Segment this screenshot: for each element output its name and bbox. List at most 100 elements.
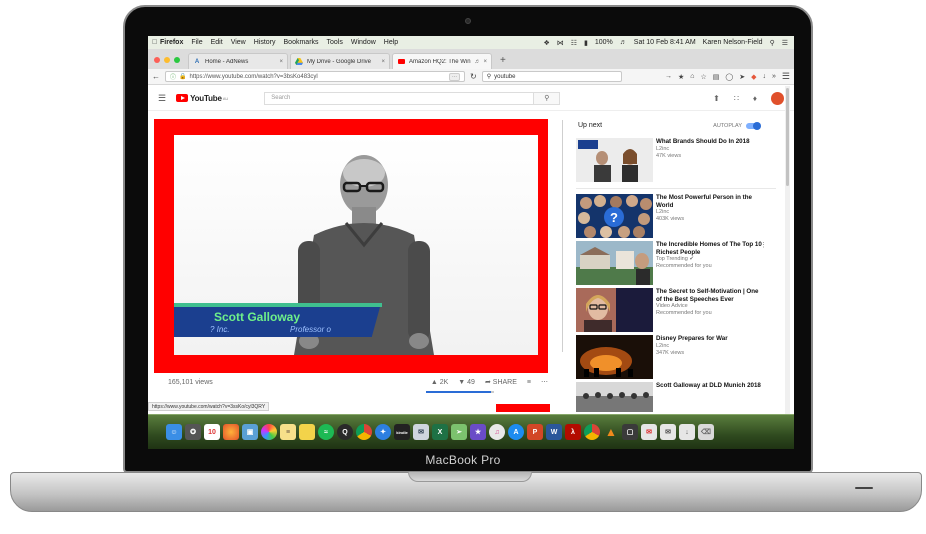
menu-file[interactable]: File — [191, 39, 202, 46]
spotlight-icon[interactable]: ⚲ — [770, 39, 775, 47]
list-item[interactable]: What Brands Should Do In 2018 L2inc 47K … — [576, 138, 776, 182]
trash-icon[interactable]: ⌫ — [698, 424, 714, 440]
color-extension-icon[interactable]: ◆ — [751, 73, 756, 81]
vlc-icon[interactable]: ▲ — [603, 424, 619, 440]
autoplay-toggle[interactable] — [746, 121, 761, 130]
lock-icon[interactable]: 🔒 — [179, 73, 186, 80]
tab-audio-icon[interactable]: ♬ — [474, 59, 480, 65]
keynote-icon[interactable]: ▢ — [622, 424, 638, 440]
photos-icon[interactable] — [261, 424, 277, 440]
menu-tools[interactable]: Tools — [327, 39, 343, 46]
video-channel[interactable]: Top Trending ✔ — [656, 256, 766, 263]
url-bar[interactable]: ⓘ 🔒 https://www.youtube.com/watch?v=3bsK… — [165, 71, 465, 82]
share-button[interactable]: ➦ SHARE — [485, 378, 517, 386]
tab-youtube[interactable]: Amazon HQ2: The Win... ♬ × — [392, 53, 492, 69]
close-tab-icon[interactable]: × — [483, 59, 487, 65]
notifications-bell-icon[interactable]: ♦ — [753, 94, 757, 103]
guide-menu-icon[interactable]: ☰ — [158, 93, 166, 104]
maps-icon[interactable]: ➢ — [451, 424, 467, 440]
page-action-badge[interactable]: ⋯ — [449, 72, 460, 81]
tab-adnews[interactable]: A Home - AdNews × — [188, 53, 288, 69]
apps-grid-icon[interactable]: ∷ — [734, 94, 739, 103]
video-thumbnail[interactable] — [576, 138, 653, 182]
zoom-window-icon[interactable] — [174, 57, 180, 63]
mail2-icon[interactable]: ✉ — [660, 424, 676, 440]
word-icon[interactable]: W — [546, 424, 562, 440]
menu-history[interactable]: History — [254, 39, 276, 46]
more-actions-icon[interactable]: ⋯ — [541, 378, 548, 386]
list-item[interactable]: The Secret to Self-Motivation | One of t… — [576, 288, 776, 332]
new-tab-button[interactable]: + — [494, 55, 512, 69]
powerpoint-icon[interactable]: P — [527, 424, 543, 440]
menu-edit[interactable]: Edit — [211, 39, 223, 46]
video-thumbnail[interactable] — [576, 335, 653, 379]
video-channel[interactable]: L2inc — [656, 146, 766, 153]
menu-help[interactable]: Help — [384, 39, 398, 46]
video-title[interactable]: The Incredible Homes of The Top 10 Riche… — [656, 241, 766, 256]
go-arrow-icon[interactable]: → — [665, 73, 672, 80]
volume-icon[interactable]: ♬ — [620, 39, 627, 46]
notification-center-icon[interactable]: ☰ — [782, 39, 788, 47]
list-item[interactable]: ? The Most Powerful Person in the World … — [576, 194, 776, 238]
more-options-icon[interactable]: ⋮ — [760, 241, 767, 249]
messages-icon[interactable]: ✉ — [641, 424, 657, 440]
video-title[interactable]: The Secret to Self-Motivation | One of t… — [656, 288, 766, 303]
menubar-datetime[interactable]: Sat 10 Feb 8:41 AM — [634, 39, 696, 46]
add-to-playlist-icon[interactable]: ≡ — [527, 379, 531, 386]
video-thumbnail[interactable] — [576, 382, 653, 412]
menu-bookmarks[interactable]: Bookmarks — [284, 39, 319, 46]
appstore-icon[interactable]: A — [508, 424, 524, 440]
video-title[interactable]: Disney Prepares for War — [656, 335, 766, 343]
dislike-button[interactable]: ▼ 49 — [458, 379, 475, 386]
kindle-icon[interactable]: kindle — [394, 424, 410, 440]
spotify-icon[interactable]: ≈ — [318, 424, 334, 440]
bluetooth-icon[interactable]: ⋈ — [557, 39, 564, 47]
video-title[interactable]: Scott Galloway at DLD Munich 2018 — [656, 382, 766, 390]
close-tab-icon[interactable]: × — [381, 59, 385, 65]
firefox-icon[interactable] — [223, 424, 239, 440]
dropbox-icon[interactable]: ❖ — [543, 39, 549, 47]
list-item[interactable]: The Incredible Homes of The Top 10 Riche… — [576, 241, 776, 285]
chrome2-icon[interactable] — [584, 424, 600, 440]
menu-view[interactable]: View — [231, 39, 246, 46]
back-icon[interactable]: ← — [152, 72, 160, 81]
finder-icon[interactable]: ☺ — [166, 424, 182, 440]
page-scrollbar-thumb[interactable] — [786, 88, 789, 186]
info-icon[interactable]: ⓘ — [170, 72, 176, 81]
video-thumbnail[interactable] — [576, 288, 653, 332]
stickies-icon[interactable] — [299, 424, 315, 440]
video-channel[interactable]: Video Advice — [656, 303, 766, 310]
launchpad-icon[interactable]: ✪ — [185, 424, 201, 440]
close-tab-icon[interactable]: × — [279, 59, 283, 65]
download-icon[interactable]: ↓ — [763, 73, 767, 80]
mail-icon[interactable]: ✉ — [413, 424, 429, 440]
imovie-icon[interactable]: ★ — [470, 424, 486, 440]
youtube-search-input[interactable]: Search — [264, 91, 535, 105]
acrobat-icon[interactable]: λ — [565, 424, 581, 440]
menubar-user[interactable]: Karen Nelson-Field — [703, 39, 763, 46]
tab-google-drive[interactable]: My Drive - Google Drive × — [290, 53, 390, 69]
reload-icon[interactable]: ↻ — [470, 72, 477, 81]
menu-app[interactable]: Firefox — [160, 39, 183, 46]
wifi-icon[interactable]: ☷ — [571, 39, 577, 47]
video-thumbnail[interactable] — [576, 241, 653, 285]
apple-icon[interactable]:  — [152, 39, 160, 46]
close-window-icon[interactable] — [154, 57, 160, 63]
video-channel[interactable]: L2inc — [656, 343, 766, 350]
battery-icon[interactable]: ▮ — [584, 39, 588, 47]
downloads-icon[interactable]: ↓ — [679, 424, 695, 440]
bookmark-star-icon[interactable]: ☆ — [701, 73, 707, 81]
chrome-icon[interactable] — [356, 424, 372, 440]
youtube-logo[interactable]: YouTube AU — [176, 94, 228, 103]
quicktime-icon[interactable]: Q — [337, 424, 353, 440]
extension-icon[interactable]: ★ — [678, 73, 684, 81]
preview-icon[interactable]: ▣ — [242, 424, 258, 440]
minimize-window-icon[interactable] — [164, 57, 170, 63]
video-player[interactable]: Scott Galloway ? Inc. Professor o — [154, 119, 548, 373]
library-icon[interactable]: ▤ — [713, 73, 720, 81]
home-icon[interactable]: ⌂ — [690, 73, 694, 80]
list-item[interactable]: Disney Prepares for War L2inc 347K views — [576, 335, 776, 379]
notes-icon[interactable]: ≡ — [280, 424, 296, 440]
video-title[interactable]: What Brands Should Do In 2018 — [656, 138, 766, 146]
menu-window[interactable]: Window — [351, 39, 376, 46]
